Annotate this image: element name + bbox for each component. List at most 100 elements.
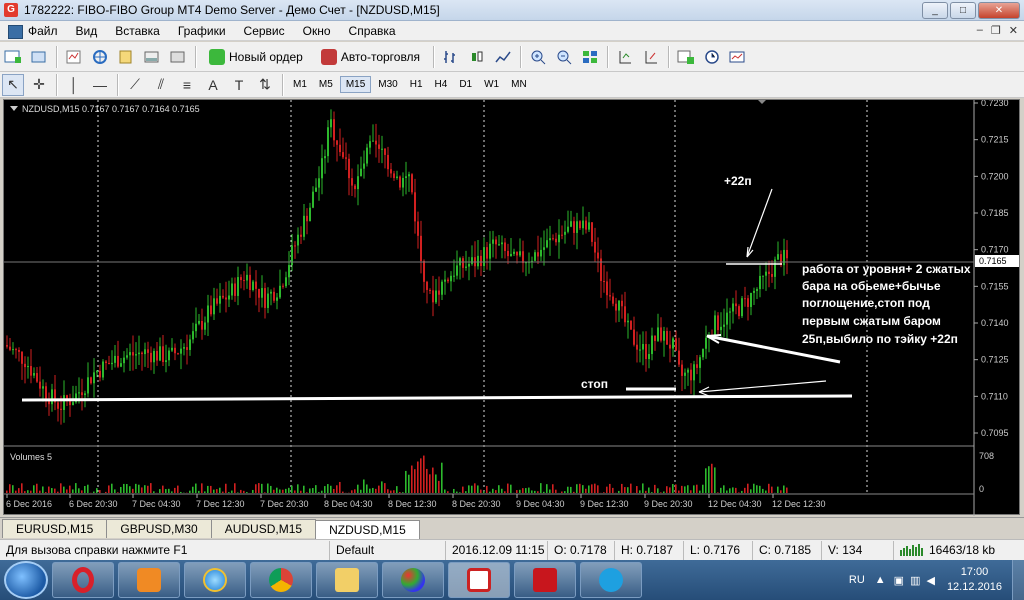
volume-bar (552, 484, 554, 493)
volume-bar (399, 492, 401, 493)
minimize-button[interactable]: _ (922, 2, 948, 19)
mdi-restore-icon[interactable]: ❐ (991, 24, 1001, 37)
text-icon[interactable]: A (202, 74, 224, 96)
trendline-icon[interactable]: ⟋ (124, 74, 146, 96)
autoscroll-icon[interactable] (640, 46, 662, 68)
chart-menu-icon[interactable] (10, 106, 18, 111)
menu-tools[interactable]: Сервис (235, 21, 294, 41)
volume-bar (669, 487, 671, 493)
arrows-icon[interactable]: ⇅ (254, 74, 276, 96)
mdi-minimize-icon[interactable]: – (977, 24, 983, 37)
annotation-arrow-stop[interactable] (698, 380, 827, 393)
taskbar-ie[interactable] (184, 562, 246, 598)
start-button[interactable] (4, 561, 48, 599)
tab-audusd[interactable]: AUDUSD,M15 (210, 519, 317, 538)
shift-marker-icon[interactable] (758, 100, 766, 104)
strategy-tester-icon[interactable] (167, 46, 189, 68)
taskbar-media[interactable] (118, 562, 180, 598)
templates-icon[interactable] (727, 46, 749, 68)
cursor-icon[interactable]: ↖ (2, 73, 24, 96)
menu-insert[interactable]: Вставка (106, 21, 169, 41)
clock[interactable]: 17:00 12.12.2016 (947, 565, 1002, 595)
candle (690, 363, 692, 394)
menu-view[interactable]: Вид (67, 21, 107, 41)
taskbar-opera[interactable] (52, 562, 114, 598)
chart-window[interactable]: 0.7230 0.7215 0.7200 0.7185 0.7170 0.7155 0.71… (3, 99, 1020, 516)
periods-icon[interactable] (701, 46, 723, 68)
tile-windows-icon[interactable] (579, 46, 601, 68)
taskbar-pdf[interactable] (514, 562, 576, 598)
tf-mn[interactable]: MN (506, 77, 532, 92)
tf-m30[interactable]: M30 (373, 77, 402, 92)
volume-bar (57, 491, 59, 493)
support-level-line[interactable] (21, 394, 853, 402)
navigator-icon[interactable] (115, 46, 137, 68)
volume-bar (324, 486, 326, 493)
mdi-close-icon[interactable]: ✕ (1009, 24, 1018, 37)
tf-h1[interactable]: H1 (405, 77, 428, 92)
tab-eurusd[interactable]: EURUSD,M15 (2, 519, 108, 538)
menu-file[interactable]: Файл (0, 21, 67, 41)
candle (387, 146, 389, 177)
data-window-icon[interactable] (89, 46, 111, 68)
vertical-line-icon[interactable]: │ (63, 74, 85, 96)
line-chart-icon[interactable] (492, 46, 514, 68)
profiles-icon[interactable] (28, 46, 50, 68)
label-icon[interactable]: T (228, 74, 250, 96)
status-connection[interactable]: 16463/18 kb (894, 541, 1024, 560)
menu-charts[interactable]: Графики (169, 21, 235, 41)
tf-w1[interactable]: W1 (479, 77, 504, 92)
candle (324, 149, 326, 174)
tray-app-icon[interactable]: ▣ (894, 574, 904, 587)
bar-chart-icon[interactable] (440, 46, 462, 68)
candle (318, 166, 320, 201)
maximize-button[interactable]: □ (950, 2, 976, 19)
zoom-out-icon[interactable] (553, 46, 575, 68)
fibonacci-icon[interactable]: ≡ (176, 74, 198, 96)
tf-m15[interactable]: M15 (339, 76, 372, 93)
candle (285, 271, 287, 288)
volume-bar (573, 491, 575, 493)
channel-icon[interactable]: ⫽ (150, 74, 172, 96)
tf-m1[interactable]: M1 (288, 77, 312, 92)
candle (348, 153, 350, 196)
taskbar-paint[interactable] (382, 562, 444, 598)
chart-shift-icon[interactable] (614, 46, 636, 68)
candlestick-icon[interactable] (466, 46, 488, 68)
zoom-in-icon[interactable] (527, 46, 549, 68)
language-indicator[interactable]: RU (849, 574, 865, 586)
crosshair-icon[interactable]: ✛ (28, 74, 50, 96)
terminal-icon[interactable] (141, 46, 163, 68)
show-desktop-button[interactable] (1012, 560, 1024, 600)
menu-window[interactable]: Окно (294, 21, 340, 41)
close-button[interactable]: ✕ (978, 2, 1020, 19)
taskbar-mt4[interactable] (448, 562, 510, 598)
tf-m5[interactable]: M5 (314, 77, 338, 92)
new-order-button[interactable]: Новый ордер (203, 45, 309, 69)
new-chart-icon[interactable] (2, 46, 24, 68)
candle (24, 356, 26, 384)
tf-h4[interactable]: H4 (430, 77, 453, 92)
volume-bar (171, 491, 173, 493)
taskbar-chrome[interactable] (250, 562, 312, 598)
annotation-arrow-profit[interactable] (746, 188, 773, 258)
market-watch-icon[interactable] (63, 46, 85, 68)
taskbar-explorer[interactable] (316, 562, 378, 598)
taskbar-skype[interactable] (580, 562, 642, 598)
volume-bar (198, 490, 200, 493)
horizontal-line-icon[interactable]: — (89, 74, 111, 96)
tf-d1[interactable]: D1 (454, 77, 477, 92)
auto-trading-button[interactable]: Авто-торговля (315, 45, 426, 69)
tray-expand-icon[interactable]: ▲ (875, 574, 886, 586)
volume-bar (312, 488, 314, 493)
network-icon[interactable]: ▥ (910, 574, 920, 587)
candle (351, 168, 353, 197)
tab-nzdusd[interactable]: NZDUSD,M15 (315, 520, 420, 539)
volume-bar (216, 489, 218, 493)
volume-icon[interactable]: ◀ (926, 574, 934, 587)
menu-help[interactable]: Справка (340, 21, 405, 41)
candle (156, 341, 158, 366)
tab-gbpusd[interactable]: GBPUSD,M30 (106, 519, 212, 538)
candle (225, 281, 227, 313)
indicators-icon[interactable] (675, 46, 697, 68)
